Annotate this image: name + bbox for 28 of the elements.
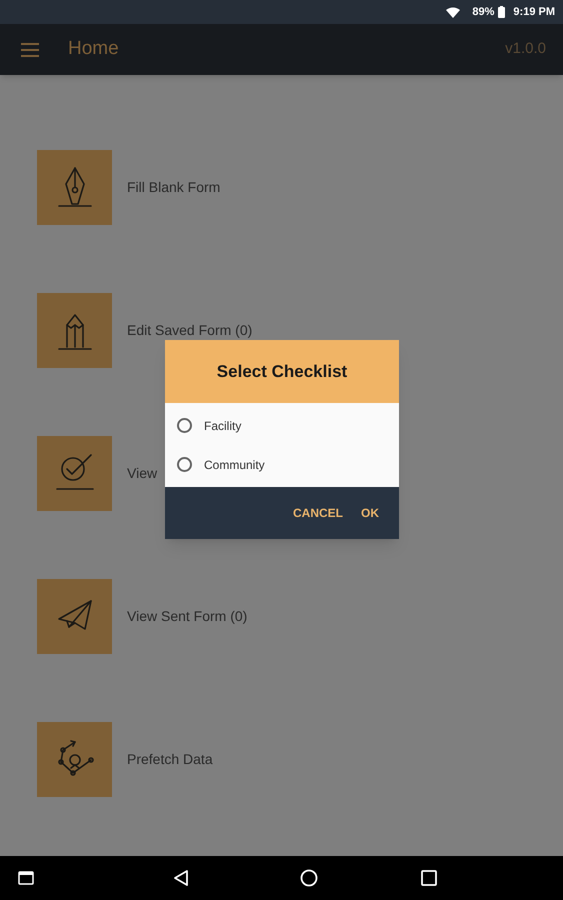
menu-icon[interactable] — [21, 42, 39, 56]
menu-label[interactable]: Edit Saved Form (0) — [127, 320, 252, 341]
radio-option[interactable]: Community — [177, 456, 399, 474]
menu-label[interactable]: Fill Blank Form — [127, 177, 220, 198]
dialog-title: Select Checklist — [216, 360, 348, 383]
menu-tile[interactable] — [37, 293, 112, 368]
radio-option[interactable]: Facility — [177, 416, 399, 434]
dialog-button[interactable]: CANCEL — [289, 498, 347, 528]
radio-button[interactable] — [177, 418, 192, 433]
menu-label[interactable]: View — [127, 463, 158, 484]
home-icon[interactable] — [300, 869, 318, 887]
version-label: v1.0.0 — [505, 39, 546, 59]
menu-label[interactable]: View Sent Form (0) — [127, 606, 248, 627]
radio-button[interactable] — [177, 457, 192, 472]
menu-label[interactable]: Prefetch Data — [127, 749, 213, 770]
clock: 9:19 PM — [513, 4, 555, 20]
menu-tile[interactable] — [37, 150, 112, 225]
dialog-button[interactable]: OK — [357, 498, 383, 528]
menu-tile[interactable] — [37, 722, 112, 797]
menu-tile[interactable] — [37, 436, 112, 511]
window-icon[interactable] — [18, 871, 34, 885]
menu-tile[interactable] — [37, 579, 112, 654]
wifi-icon — [446, 6, 460, 18]
app-title: Home — [68, 37, 119, 62]
recents-icon[interactable] — [421, 870, 437, 886]
battery-level: 89% — [472, 4, 494, 20]
back-icon[interactable] — [173, 869, 189, 887]
battery-icon — [498, 6, 506, 18]
